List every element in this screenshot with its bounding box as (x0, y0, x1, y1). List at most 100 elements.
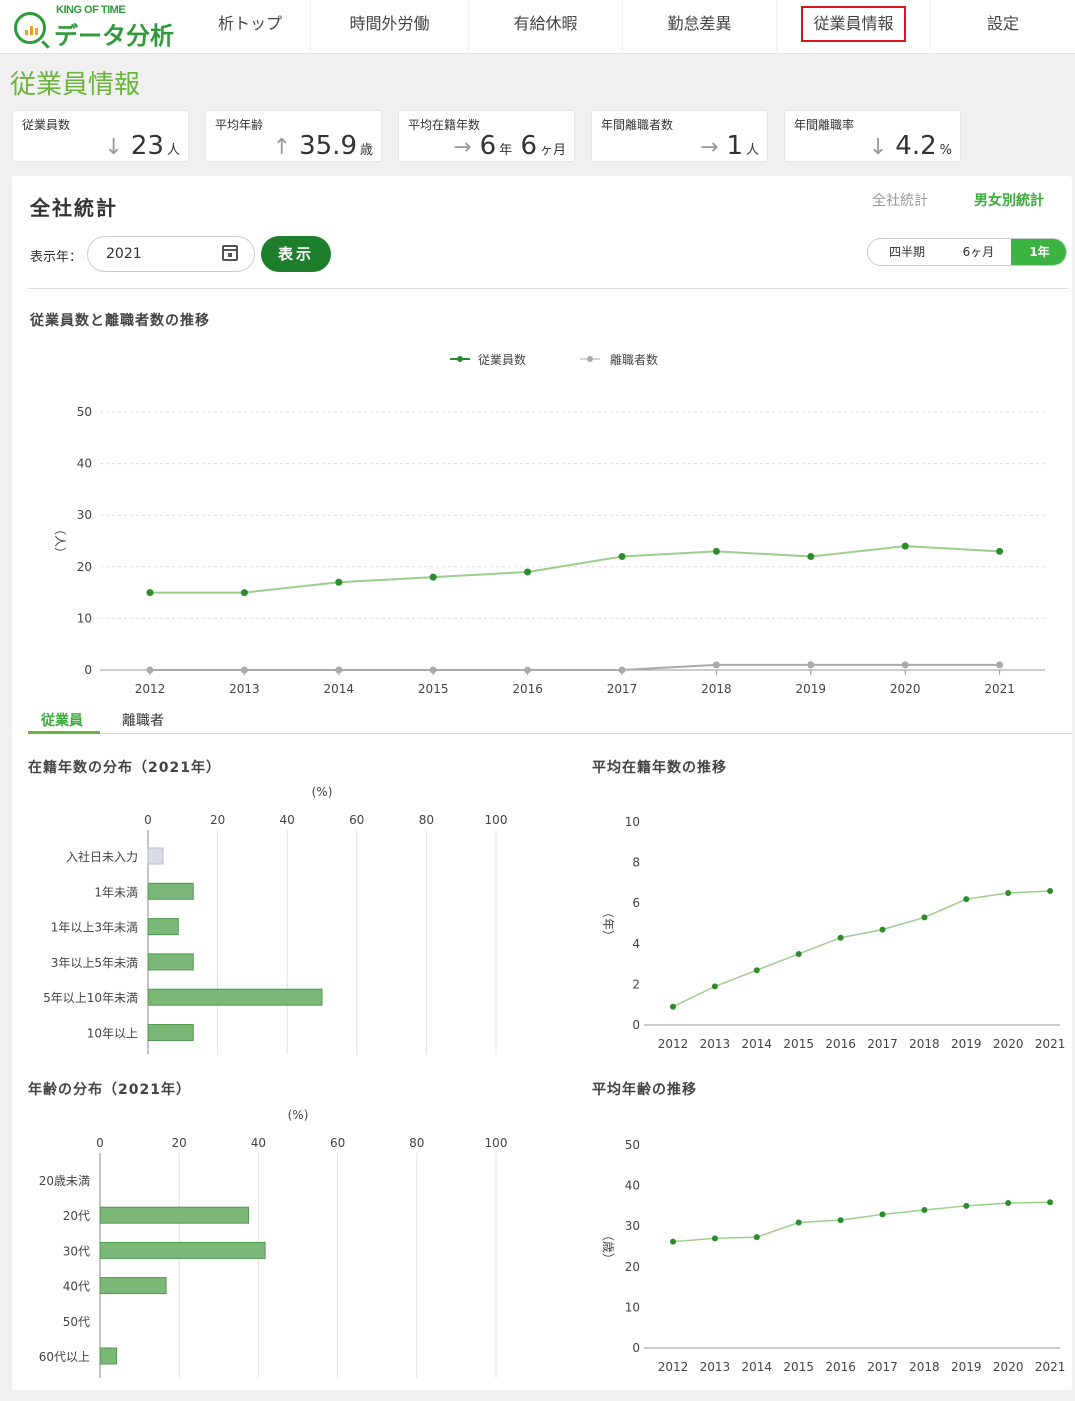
data-point (618, 666, 626, 674)
data-point (1047, 888, 1054, 895)
data-point (807, 661, 815, 669)
data-point (670, 1238, 676, 1245)
data-point (711, 1235, 718, 1242)
y-axis-label: （人） (53, 523, 67, 559)
data-point (335, 666, 343, 674)
bar (147, 953, 194, 971)
y-tick-label: 40 (77, 457, 92, 471)
data-point (712, 547, 720, 555)
category-label: 1年未満 (94, 885, 138, 899)
y-axis-label: （歳） (601, 1229, 615, 1265)
x-tick-label: 2020 (890, 682, 921, 696)
data-point (901, 542, 909, 550)
data-point (524, 666, 532, 674)
x-tick-label: 40 (280, 813, 295, 827)
y-tick-label: 6 (632, 896, 640, 910)
x-tick-label: 2013 (229, 682, 260, 696)
x-tick-label: 100 (485, 813, 508, 827)
x-tick-label: 2012 (135, 682, 166, 696)
x-tick-label: 2019 (951, 1360, 982, 1374)
data-point (711, 983, 718, 990)
x-tick-label: 2021 (984, 682, 1015, 696)
y-tick-label: 20 (77, 560, 92, 574)
x-tick-label: 2017 (867, 1360, 898, 1374)
x-tick-label: 20 (210, 813, 225, 827)
data-point (146, 589, 154, 597)
data-point (921, 1206, 928, 1213)
y-tick-label: 0 (84, 663, 92, 677)
bar (147, 1024, 194, 1041)
x-tick-label: 2016 (825, 1037, 856, 1051)
x-tick-label: 60 (349, 813, 364, 827)
bar (147, 882, 194, 900)
x-tick-label: 2012 (658, 1037, 689, 1051)
x-tick-label: 2018 (909, 1360, 940, 1374)
bar (99, 1206, 249, 1224)
y-tick-label: 20 (625, 1260, 640, 1274)
y-tick-label: 10 (625, 815, 640, 829)
category-label: 50代 (63, 1315, 90, 1329)
data-point (963, 1202, 970, 1209)
category-label: 入社日未入力 (66, 849, 138, 864)
category-label: 5年以上10年未満 (43, 991, 138, 1005)
y-tick-label: 4 (632, 937, 640, 951)
data-point (753, 967, 760, 974)
x-tick-label: 2019 (796, 682, 827, 696)
y-tick-label: 30 (77, 508, 92, 522)
data-point (837, 934, 844, 941)
category-label: 20歳未満 (39, 1174, 90, 1188)
x-tick-label: 2015 (418, 682, 449, 696)
y-tick-label: 10 (625, 1300, 640, 1314)
data-point (429, 573, 437, 581)
x-tick-label: 2021 (1035, 1037, 1066, 1051)
bar (147, 988, 323, 1006)
data-point (240, 589, 248, 597)
charts-canvas: 010203040502012 2013 2014 2015 2016 2017 2018 2… (39, 352, 1066, 1378)
data-point (240, 666, 248, 674)
x-tick-label: 2017 (867, 1037, 898, 1051)
data-point (524, 568, 532, 576)
category-label: 30代 (63, 1244, 90, 1258)
data-point (712, 661, 720, 669)
y-tick-label: 50 (77, 405, 92, 419)
data-point (429, 666, 437, 674)
data-point (879, 926, 886, 933)
x-tick-label: 2015 (783, 1360, 814, 1374)
category-label: 3年以上5年未満 (51, 956, 138, 970)
data-point (996, 661, 1004, 669)
x-tick-label: 2018 (701, 682, 732, 696)
y-tick-label: 0 (632, 1341, 640, 1355)
x-tick-label: 20 (172, 1136, 187, 1150)
x-tick-label: 2020 (993, 1037, 1024, 1051)
y-tick-label: 0 (632, 1018, 640, 1032)
data-point (670, 1003, 676, 1010)
data-point (921, 914, 928, 921)
y-tick-label: 30 (625, 1219, 640, 1233)
x-tick-label: 0 (96, 1136, 104, 1150)
x-tick-label: 60 (330, 1136, 345, 1150)
y-tick-label: 40 (625, 1179, 640, 1193)
x-tick-label: 2014 (324, 682, 355, 696)
data-point (795, 1219, 802, 1226)
x-tick-label: 80 (409, 1136, 424, 1150)
x-tick-label: 2014 (742, 1360, 773, 1374)
category-label: 60代以上 (39, 1350, 90, 1364)
data-point (901, 661, 909, 669)
category-label: 10年以上 (87, 1027, 138, 1041)
bar (99, 1277, 167, 1295)
x-tick-label: 100 (485, 1136, 508, 1150)
series-line-leavers (150, 663, 1000, 671)
y-tick-label: 8 (632, 856, 640, 870)
data-point (1005, 1200, 1012, 1207)
y-tick-label: 50 (625, 1138, 640, 1152)
data-point (837, 1217, 844, 1224)
data-point (146, 666, 154, 674)
legend-label-leavers: 離職者数 (610, 352, 658, 367)
data-point (879, 1211, 886, 1218)
data-point (1005, 890, 1012, 897)
bar (147, 847, 164, 865)
x-tick-label: 2016 (512, 682, 543, 696)
x-tick-label: 80 (419, 813, 434, 827)
x-tick-label: 2016 (825, 1360, 856, 1374)
series-line (672, 1201, 1051, 1243)
